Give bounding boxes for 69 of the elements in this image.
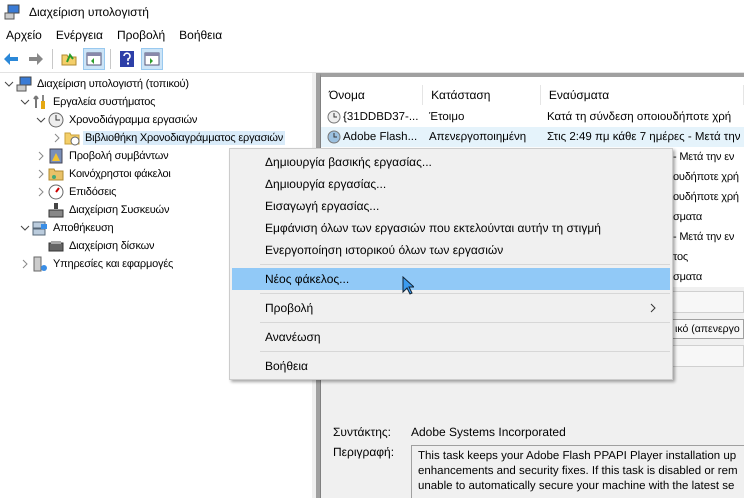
table-cell: - Μετά την εν — [673, 151, 734, 163]
device-icon — [48, 202, 64, 218]
field-label: Περιγραφή: — [333, 445, 396, 459]
menu-item[interactable]: Βοήθεια — [173, 28, 228, 42]
panel-icon — [86, 52, 102, 66]
back-arrow-icon — [3, 52, 19, 66]
table-cell: σματα — [673, 271, 702, 283]
folder-clock-icon — [64, 130, 80, 146]
window-title: Διαχείριση υπολογιστή — [29, 5, 149, 19]
tree-item[interactable]: Προβολή συμβάντων — [67, 149, 170, 163]
description-box[interactable]: This task keeps your Adobe Flash PPAPI Player installation up enhancements and security fixes. If this task is disabled or rem unable to automatically secure your machine with the latest se — [411, 445, 744, 498]
context-menu-item[interactable]: Ενεργοποίηση ιστορικού όλων των εργασιών — [232, 239, 670, 261]
disk-icon — [48, 238, 64, 254]
context-menu-item[interactable]: Νέος φάκελος... — [232, 268, 670, 290]
table-cell-text: Απενεργοποιημένη — [428, 131, 528, 143]
field-label: Συντάκτης: — [333, 425, 392, 439]
clock-icon — [327, 110, 341, 124]
computer-icon — [4, 4, 20, 20]
toolbar-button[interactable] — [141, 48, 163, 70]
context-menu-item[interactable]: Εισαγωγή εργασίας... — [232, 195, 670, 217]
tree-item[interactable]: Διαχείριση δίσκων — [67, 239, 156, 253]
table-cell-text: Κατά τη σύνδεση οποιουδήποτε χρή — [546, 111, 732, 123]
shared-folder-icon — [48, 166, 64, 182]
task-name: Adobe Flash... — [343, 131, 418, 143]
tree-item[interactable]: Επιδόσεις — [67, 185, 118, 199]
author-value: Adobe Systems Incorporated — [411, 425, 566, 439]
column-header[interactable]: Όνομα — [321, 85, 424, 105]
forward-arrow-icon — [28, 52, 44, 66]
table-cell-text: Έτοιμο — [428, 111, 466, 123]
expand-chevron-icon[interactable] — [20, 259, 30, 269]
toolbar-button[interactable] — [83, 48, 105, 70]
tree-item[interactable]: Χρονοδιάγραμμα εργασιών — [67, 113, 200, 127]
help-icon — [120, 51, 134, 67]
storage-icon — [32, 220, 48, 236]
task-name: {31DDBD37-... — [343, 111, 418, 123]
menu-item[interactable]: Ενέργεια — [50, 28, 109, 42]
menu-item[interactable]: Προβολή — [110, 28, 172, 42]
panel-icon — [144, 52, 160, 66]
collapse-chevron-icon[interactable] — [20, 223, 30, 233]
table-cell-text: Στις 2:49 πμ κάθε 7 ημέρες - Μετά την — [546, 131, 742, 143]
column-header[interactable]: Κατάσταση — [423, 85, 541, 105]
tree-item[interactable]: Αποθήκευση — [51, 221, 116, 235]
context-menu-item[interactable]: Βοήθεια — [232, 355, 670, 377]
tree-item[interactable]: Διαχείριση υπολογιστή (τοπικού) — [35, 77, 191, 91]
tree-item[interactable]: Βιβλιοθήκη Χρονοδιαγράμματος εργασιών — [83, 131, 286, 145]
clock-icon — [327, 130, 341, 144]
menu-item[interactable]: Αρχείο — [0, 28, 48, 42]
context-menu-item[interactable]: Δημιουργία βασικής εργασίας... — [232, 151, 670, 173]
mouse-pointer-icon — [402, 276, 414, 295]
tree-item[interactable]: Διαχείριση Συσκευών — [67, 203, 172, 217]
table-cell: ουδήποτε χρή — [673, 191, 739, 203]
tree-item[interactable]: Κοινόχρηστοι φάκελοι — [67, 167, 173, 181]
computer-icon — [16, 76, 32, 92]
context-menu-item[interactable]: Δημιουργία εργασίας... — [232, 173, 670, 195]
tree-item[interactable]: Εργαλεία συστήματος — [51, 95, 158, 109]
table-cell: τος — [673, 251, 688, 263]
table-cell: ουδήποτε χρή — [673, 171, 739, 183]
services-icon — [32, 256, 48, 272]
table-cell: σματα — [673, 211, 702, 223]
gauge-icon — [48, 184, 64, 200]
context-menu-item[interactable]: Εμφάνιση όλων των εργασιών που εκτελούνται αυτήν τη στιγμή — [232, 217, 670, 239]
column-header[interactable]: Εναύσματα — [540, 85, 744, 105]
tools-icon — [32, 94, 48, 110]
tree-item[interactable]: Υπηρεσίες και εφαρμογές — [51, 257, 176, 271]
table-cell: - Μετά την εν — [673, 231, 734, 243]
log-icon — [48, 148, 64, 164]
context-menu-item[interactable]: Προβολή — [232, 297, 670, 319]
folder-up-icon — [61, 51, 77, 67]
clock-icon — [48, 112, 64, 128]
